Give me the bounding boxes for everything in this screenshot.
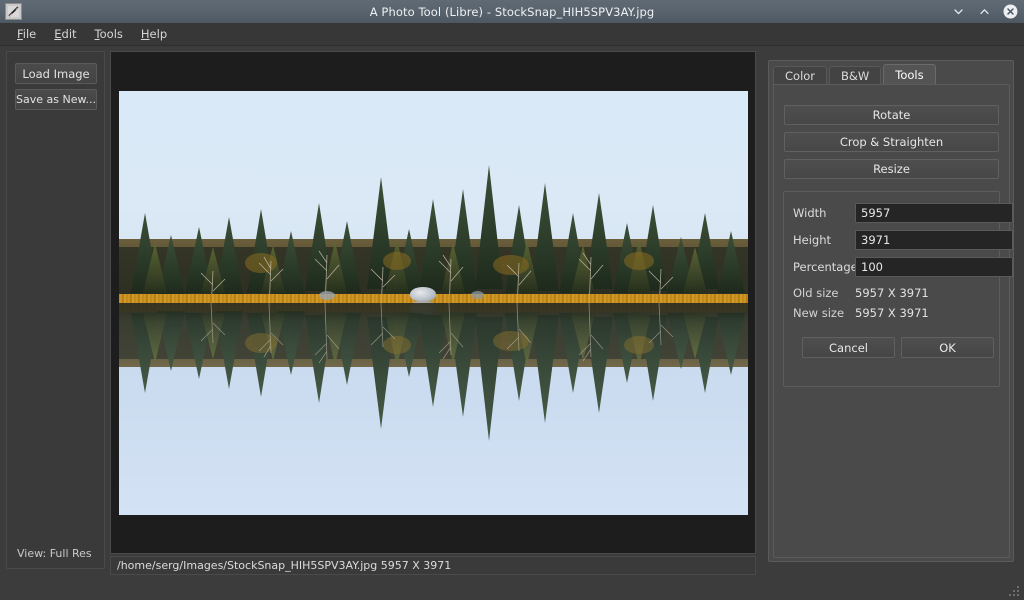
tab-tools[interactable]: Tools xyxy=(883,64,936,85)
cancel-button[interactable]: Cancel xyxy=(802,337,895,358)
menu-tools[interactable]: Tools xyxy=(86,25,132,43)
load-image-button[interactable]: Load Image xyxy=(15,63,97,84)
percentage-input[interactable] xyxy=(855,257,1013,277)
panel-tabstrip: Color B&W Tools xyxy=(773,64,938,85)
new-size-label: New size xyxy=(793,306,845,320)
photo-treeline xyxy=(119,143,748,303)
minimize-button[interactable] xyxy=(951,4,966,19)
save-as-new-button[interactable]: Save as New... xyxy=(15,89,97,110)
menu-help-label: elp xyxy=(149,27,168,41)
old-size-row: Old size 5957 X 3971 xyxy=(793,285,992,301)
photo-tool-icon xyxy=(5,3,22,20)
menu-edit-mnemonic: E xyxy=(54,27,62,41)
menu-file[interactable]: File xyxy=(8,25,45,43)
menu-file-label: ile xyxy=(22,27,37,41)
width-input[interactable] xyxy=(855,203,1013,223)
tab-color[interactable]: Color xyxy=(773,66,828,85)
height-label: Height xyxy=(793,233,832,247)
right-panel: Color B&W Tools Rotate Crop & Straighten… xyxy=(768,60,1014,562)
menu-bar: File Edit Tools Help xyxy=(0,23,1024,46)
left-sidebar: Load Image Save as New... View: Full Res xyxy=(6,51,105,569)
height-row: Height xyxy=(793,230,1013,250)
view-mode-label: View: Full Res xyxy=(17,547,92,560)
window-controls xyxy=(951,0,1018,23)
height-input[interactable] xyxy=(855,230,1013,250)
tools-tab-page: Rotate Crop & Straighten Resize Width He… xyxy=(773,84,1013,558)
photo-rock-left xyxy=(319,291,335,300)
image-canvas[interactable] xyxy=(110,51,756,554)
maximize-button[interactable] xyxy=(977,4,992,19)
width-row: Width xyxy=(793,203,1013,223)
photo-boulder xyxy=(410,287,436,301)
ok-button[interactable]: OK xyxy=(901,337,994,358)
crop-straighten-button[interactable]: Crop & Straighten xyxy=(784,132,999,152)
menu-help[interactable]: Help xyxy=(132,25,176,43)
menu-tools-label: ools xyxy=(99,27,123,41)
old-size-value: 5957 X 3971 xyxy=(855,286,929,300)
close-button[interactable] xyxy=(1003,4,1018,19)
title-bar: A Photo Tool (Libre) - StockSnap_HIH5SPV… xyxy=(0,0,1024,24)
width-label: Width xyxy=(793,206,827,220)
old-size-label: Old size xyxy=(793,286,839,300)
photo-rock-right xyxy=(471,291,484,299)
tab-bw[interactable]: B&W xyxy=(829,66,882,85)
resize-button[interactable]: Resize xyxy=(784,159,999,179)
menu-help-mnemonic: H xyxy=(140,27,150,41)
window-title: A Photo Tool (Libre) - StockSnap_HIH5SPV… xyxy=(369,4,655,19)
photo-treeline-reflection xyxy=(119,303,748,463)
photo-preview xyxy=(119,91,748,515)
resize-dialog-group: Width Height Percentage Old size 5957 X … xyxy=(783,191,1013,387)
file-path-status: /home/serg/Images/StockSnap_HIH5SPV3AY.j… xyxy=(117,559,452,572)
new-size-row: New size 5957 X 3971 xyxy=(793,305,992,321)
menu-edit[interactable]: Edit xyxy=(45,25,85,43)
status-bar: /home/serg/Images/StockSnap_HIH5SPV3AY.j… xyxy=(110,556,756,575)
menu-edit-label: dit xyxy=(61,27,77,41)
window-resize-grip[interactable] xyxy=(1007,583,1021,597)
percentage-row: Percentage xyxy=(793,257,1013,277)
percentage-label: Percentage xyxy=(793,260,858,274)
photo-tool-window: A Photo Tool (Libre) - StockSnap_HIH5SPV… xyxy=(0,0,1024,600)
rotate-button[interactable]: Rotate xyxy=(784,105,999,125)
new-size-value: 5957 X 3971 xyxy=(855,306,929,320)
